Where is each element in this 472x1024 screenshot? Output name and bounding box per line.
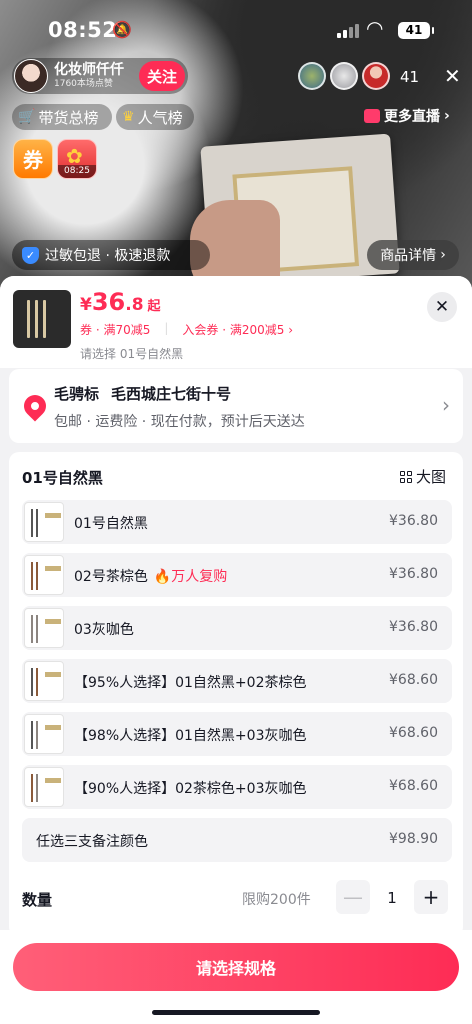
spec-option[interactable]: 【95%人选择】01自然黑+02茶棕色 ¥68.60	[22, 659, 452, 703]
quantity-row: 数量 限购200件 — 1 +	[9, 872, 463, 926]
battery-icon: 41	[398, 22, 434, 39]
crown-icon: ♛	[122, 109, 135, 125]
signal-icon	[337, 24, 359, 38]
option-thumbnail	[24, 661, 64, 701]
sales-rank-label: 带货总榜	[38, 108, 99, 127]
option-name: 【95%人选择】01自然黑+02茶棕色	[74, 675, 307, 691]
home-indicator	[152, 1010, 320, 1015]
coupon-badge[interactable]: 券	[13, 139, 53, 179]
anchor-likes: 1760本场点赞	[54, 79, 113, 89]
sales-rank-chip[interactable]: 🛒 带货总榜	[12, 104, 112, 130]
option-price: ¥36.80	[389, 619, 438, 635]
option-price: ¥68.60	[389, 778, 438, 794]
purchase-limit: 限购200件	[242, 892, 311, 908]
live-icon	[364, 109, 380, 123]
popularity-rank-chip[interactable]: ♛ 人气榜	[116, 104, 194, 130]
viewer-avatar[interactable]	[298, 62, 326, 90]
follow-button[interactable]: 关注	[139, 61, 185, 91]
option-thumbnail	[24, 714, 64, 754]
viewer-avatar[interactable]	[330, 62, 358, 90]
viewer-avatars[interactable]	[294, 62, 390, 90]
chevron-right-icon: ›	[442, 393, 450, 417]
more-live-link[interactable]: 更多直播 ›	[364, 106, 450, 126]
member-coupon-item[interactable]: 入会券 · 满200减5 ›	[182, 321, 293, 338]
option-thumbnail	[24, 555, 64, 595]
popularity-rank-label: 人气榜	[137, 108, 183, 127]
shield-check-icon: ✓	[22, 246, 39, 264]
address-detail: 毛西城庄七街十号	[111, 385, 232, 403]
close-live-icon[interactable]: ✕	[444, 64, 461, 88]
quantity-plus-button[interactable]: +	[414, 880, 448, 914]
option-name: 【98%人选择】01自然黑+03灰咖色	[74, 728, 307, 744]
service-promise-label: 过敏包退 · 极速退款	[45, 248, 171, 264]
select-spec-button[interactable]: 请选择规格	[13, 943, 459, 991]
chevron-right-icon: ›	[440, 247, 446, 263]
option-thumbnail	[24, 767, 64, 807]
coupon-item[interactable]: 券 · 满70减5	[80, 321, 150, 338]
option-price: ¥36.80	[389, 513, 438, 529]
price-suffix: 起	[147, 299, 161, 314]
repurchase-tag: 🔥万人复购	[153, 569, 228, 585]
option-name: 03灰咖色	[74, 622, 134, 638]
spec-option[interactable]: 02号茶棕色 🔥万人复购 ¥36.80	[22, 553, 452, 597]
product-detail-label: 商品详情	[380, 248, 437, 264]
location-pin-icon	[19, 390, 51, 422]
spec-title: 01号自然黑	[22, 469, 103, 487]
spec-option[interactable]: 【90%人选择】02茶棕色+03灰咖色 ¥68.60	[22, 765, 452, 809]
option-thumbnail	[24, 502, 64, 542]
spec-option[interactable]: 01号自然黑 ¥36.80	[22, 500, 452, 544]
option-thumbnail	[24, 608, 64, 648]
mute-bell-icon: 🔕	[112, 20, 132, 39]
spec-card: 01号自然黑 大图 01号自然黑 ¥36.80 02号茶棕色 🔥万人复购 ¥36.…	[9, 452, 463, 937]
spec-option[interactable]: 任选三支备注颜色 ¥98.90	[22, 818, 452, 862]
big-image-label: 大图	[416, 468, 447, 486]
viewer-avatar[interactable]	[362, 62, 390, 90]
price-decimal: .8	[125, 295, 144, 315]
coupon-list[interactable]: 券 · 满70减5 | 入会券 · 满200减5 ›	[80, 321, 293, 338]
close-sheet-icon[interactable]: ✕	[427, 292, 457, 322]
product-thumbnail[interactable]	[13, 290, 71, 348]
status-time: 08:52	[48, 18, 118, 42]
option-price: ¥98.90	[389, 831, 438, 847]
spec-option[interactable]: 03灰咖色 ¥36.80	[22, 606, 452, 650]
quantity-minus-button[interactable]: —	[336, 880, 370, 914]
sheet-footer: 请选择规格	[0, 930, 472, 1024]
product-detail-button[interactable]: 商品详情 ›	[367, 240, 459, 270]
grid-icon	[400, 470, 412, 483]
gift-timer: 08:25	[58, 165, 96, 178]
wifi-icon: ◠	[366, 16, 384, 40]
service-promise[interactable]: ✓ 过敏包退 · 极速退款	[12, 240, 210, 270]
quantity-value[interactable]: 1	[375, 889, 409, 907]
shipping-info: 包邮 · 运费险 · 现在付款，预计后天送达	[54, 414, 305, 430]
chevron-right-icon: ›	[444, 108, 450, 124]
option-name: 【90%人选择】02茶棕色+03灰咖色	[74, 781, 307, 797]
anchor-info[interactable]: 化妆师仟仟 1760本场点赞 关注	[12, 58, 188, 94]
recipient-name: 毛骋标	[54, 385, 100, 403]
viewer-count[interactable]: 41	[400, 68, 419, 86]
more-live-label: 更多直播	[384, 109, 440, 125]
address-card[interactable]: 毛骋标 毛西城庄七街十号 包邮 · 运费险 · 现在付款，预计后天送达 ›	[9, 369, 463, 443]
option-price: ¥68.60	[389, 725, 438, 741]
big-image-toggle[interactable]: 大图	[400, 466, 446, 487]
status-bar: 08:52 🔕 ◠ 41	[0, 0, 472, 64]
option-price: ¥68.60	[389, 672, 438, 688]
sku-sheet: ¥36.8 起 券 · 满70减5 | 入会券 · 满200减5 › 请选择 01…	[0, 276, 472, 1024]
price-integer: 36	[91, 288, 126, 316]
anchor-avatar[interactable]	[14, 59, 48, 93]
spec-option[interactable]: 【98%人选择】01自然黑+03灰咖色 ¥68.60	[22, 712, 452, 756]
gift-badge[interactable]: ✿ 08:25	[57, 139, 97, 179]
option-price: ¥36.80	[389, 566, 438, 582]
sku-price: ¥36.8 起	[80, 288, 161, 316]
selected-tip: 请选择 01号自然黑	[80, 347, 184, 361]
cart-icon: 🛒	[18, 109, 36, 125]
anchor-name: 化妆师仟仟	[54, 62, 124, 78]
option-name: 任选三支备注颜色	[36, 834, 148, 850]
price-currency: ¥	[80, 295, 92, 315]
option-name: 01号自然黑	[74, 516, 148, 532]
option-name: 02号茶棕色 🔥万人复购	[74, 569, 228, 585]
sku-header: ¥36.8 起 券 · 满70减5 | 入会券 · 满200减5 › 请选择 01…	[0, 276, 472, 368]
quantity-label: 数量	[22, 891, 53, 909]
